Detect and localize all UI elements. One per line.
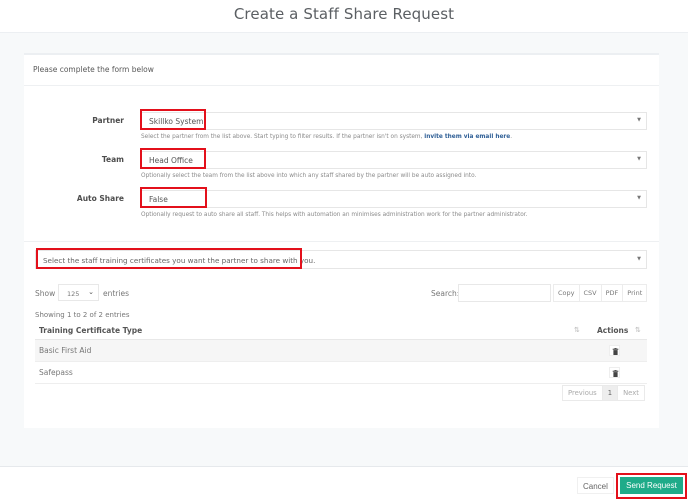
send-request-button[interactable]: Send Request [620, 477, 683, 494]
auto-share-label: Auto Share [76, 194, 124, 203]
caret-down-icon: ▼ [637, 195, 641, 201]
copy-button[interactable]: Copy [554, 285, 580, 301]
highlight-box [140, 187, 207, 208]
show-label: Show [35, 289, 56, 298]
pagination-next[interactable]: Next [618, 386, 644, 400]
csv-button[interactable]: CSV [579, 285, 602, 301]
caret-down-icon: ▼ [637, 117, 641, 123]
highlight-box [140, 109, 206, 130]
invite-via-email-link[interactable]: invite them via email here [424, 134, 510, 140]
column-header-certificate-type[interactable]: Training Certificate Type [39, 326, 142, 335]
certificates-table: Training Certificate Type ⇅ Actions ⇅ Ba… [35, 323, 647, 384]
delete-button[interactable] [609, 367, 620, 378]
table-row: Safepass [35, 362, 647, 384]
entries-per-page-select[interactable]: 125 ⌄ [58, 284, 99, 301]
cancel-button[interactable]: Cancel [577, 477, 614, 494]
delete-button[interactable] [609, 345, 620, 356]
table-header-row: Training Certificate Type ⇅ Actions ⇅ [35, 323, 647, 340]
certificate-type-cell: Basic First Aid [39, 346, 92, 355]
pagination: Previous 1 Next [562, 385, 645, 401]
auto-share-help: Optionally request to auto share all sta… [141, 212, 528, 218]
trash-icon [612, 348, 619, 355]
trash-icon [612, 370, 619, 377]
caret-down-icon: ▼ [637, 256, 641, 262]
form-heading: Please complete the form below [33, 65, 154, 74]
sort-icon[interactable]: ⇅ [574, 326, 580, 334]
modal-title: Create a Staff Share Request [233, 5, 455, 23]
partner-help: Select the partner from the list above. … [141, 134, 513, 140]
sort-icon[interactable]: ⇅ [635, 326, 641, 334]
chevron-down-icon: ⌄ [88, 288, 94, 296]
modal-body: Please complete the form below Partner S… [0, 33, 688, 467]
modal-footer: Cancel Send Request [0, 467, 688, 500]
search-label: Search: [431, 289, 460, 298]
entries-label: entries [103, 289, 129, 298]
column-header-actions: Actions [597, 326, 629, 335]
export-button-group: Copy CSV PDF Print [553, 284, 648, 302]
team-help: Optionally select the team from the list… [141, 173, 477, 179]
highlight-box [36, 248, 302, 269]
table-row: Basic First Aid [35, 340, 647, 362]
print-button[interactable]: Print [623, 285, 647, 301]
auto-share-select[interactable]: False ▼ [140, 190, 647, 208]
partner-label: Partner [92, 116, 124, 125]
form-card: Please complete the form below Partner S… [24, 53, 659, 428]
highlight-box [140, 148, 206, 169]
team-select[interactable]: Head Office ▼ [140, 151, 647, 169]
caret-down-icon: ▼ [637, 156, 641, 162]
certificate-type-cell: Safepass [39, 368, 73, 377]
table-info: Showing 1 to 2 of 2 entries [35, 311, 130, 319]
pdf-button[interactable]: PDF [601, 285, 624, 301]
team-label: Team [101, 155, 124, 164]
modal-header: Create a Staff Share Request [0, 0, 688, 33]
divider [24, 85, 659, 86]
pagination-page-1[interactable]: 1 [602, 386, 619, 400]
table-search-input[interactable] [458, 284, 551, 302]
divider [24, 241, 659, 242]
partner-select[interactable]: Skillko System ▼ [140, 112, 647, 130]
pagination-previous[interactable]: Previous [563, 386, 603, 400]
entries-per-page-value: 125 [67, 290, 80, 298]
